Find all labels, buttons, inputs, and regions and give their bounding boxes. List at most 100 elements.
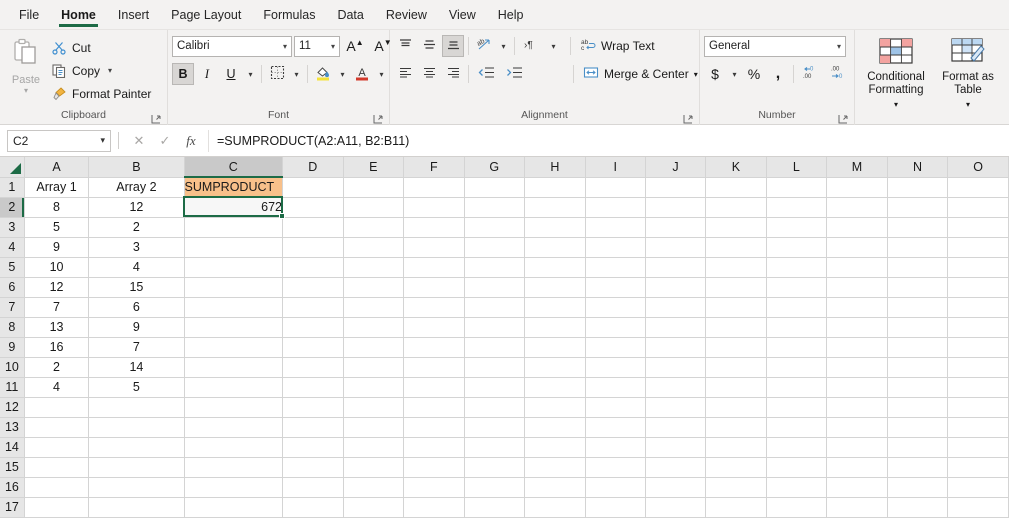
cell-F17[interactable] [403, 497, 465, 518]
column-header-g[interactable]: G [464, 157, 526, 178]
cell-A9[interactable]: 16 [24, 337, 90, 358]
align-center-button[interactable] [418, 63, 440, 85]
cell-K11[interactable] [705, 377, 767, 398]
cell-M13[interactable] [826, 417, 888, 438]
cell-D5[interactable] [282, 257, 344, 278]
cell-L1[interactable] [766, 177, 828, 198]
cell-B15[interactable] [88, 457, 185, 478]
cell-K5[interactable] [705, 257, 767, 278]
row-header-3[interactable]: 3 [0, 217, 25, 238]
font-dialog-launcher[interactable] [373, 114, 383, 124]
cell-A3[interactable]: 5 [24, 217, 90, 238]
cell-J1[interactable] [645, 177, 707, 198]
cell-L6[interactable] [766, 277, 828, 298]
cell-L17[interactable] [766, 497, 828, 518]
cell-I13[interactable] [585, 417, 646, 438]
cell-I6[interactable] [585, 277, 646, 298]
cell-J9[interactable] [645, 337, 707, 358]
column-header-k[interactable]: K [705, 157, 767, 178]
italic-button[interactable]: I [196, 63, 218, 85]
cell-B14[interactable] [88, 437, 185, 458]
cell-L9[interactable] [766, 337, 828, 358]
column-header-l[interactable]: L [766, 157, 828, 178]
paste-button[interactable]: Paste ▾ [4, 34, 48, 95]
orientation-options-chevron-down-icon[interactable]: ▾ [497, 35, 510, 57]
cell-H8[interactable] [524, 317, 586, 338]
cell-D3[interactable] [282, 217, 344, 238]
copy-button[interactable]: Copy ▾ [48, 60, 154, 81]
cell-O16[interactable] [947, 477, 1009, 498]
chevron-down-icon[interactable]: ▾ [100, 135, 105, 146]
tab-file[interactable]: File [8, 4, 50, 29]
cell-K17[interactable] [705, 497, 767, 518]
cell-A10[interactable]: 2 [24, 357, 90, 378]
cell-N8[interactable] [887, 317, 949, 338]
cell-N3[interactable] [887, 217, 949, 238]
row-header-1[interactable]: 1 [0, 177, 25, 198]
percent-format-button[interactable]: % [743, 63, 765, 85]
cell-E5[interactable] [343, 257, 405, 278]
cell-J3[interactable] [645, 217, 707, 238]
confirm-formula-button[interactable]: ✓ [152, 130, 178, 152]
cell-J10[interactable] [645, 357, 707, 378]
row-header-16[interactable]: 16 [0, 477, 25, 498]
cell-O12[interactable] [947, 397, 1009, 418]
cell-B3[interactable]: 2 [88, 217, 185, 238]
cell-A16[interactable] [24, 477, 90, 498]
cell-N7[interactable] [887, 297, 949, 318]
tab-help[interactable]: Help [487, 4, 535, 29]
tab-home[interactable]: Home [50, 4, 107, 29]
cell-I12[interactable] [585, 397, 646, 418]
chevron-down-icon[interactable]: ▾ [694, 70, 698, 79]
cell-D12[interactable] [282, 397, 344, 418]
cell-N12[interactable] [887, 397, 949, 418]
cell-A17[interactable] [24, 497, 90, 518]
column-header-c[interactable]: C [184, 157, 284, 178]
cell-O13[interactable] [947, 417, 1009, 438]
row-header-13[interactable]: 13 [0, 417, 25, 438]
cell-O3[interactable] [947, 217, 1009, 238]
column-header-h[interactable]: H [524, 157, 586, 178]
cell-A1[interactable]: Array 1 [24, 177, 90, 198]
cell-F8[interactable] [403, 317, 465, 338]
cell-O14[interactable] [947, 437, 1009, 458]
cell-E17[interactable] [343, 497, 405, 518]
cell-M14[interactable] [826, 437, 888, 458]
cell-M5[interactable] [826, 257, 888, 278]
cell-L2[interactable] [766, 197, 828, 218]
column-header-d[interactable]: D [282, 157, 344, 178]
column-header-e[interactable]: E [343, 157, 405, 178]
cell-N4[interactable] [887, 237, 949, 258]
currency-options-chevron-down-icon[interactable]: ▾ [728, 63, 741, 85]
cell-K16[interactable] [705, 477, 767, 498]
cell-I14[interactable] [585, 437, 646, 458]
cell-M2[interactable] [826, 197, 888, 218]
cell-O4[interactable] [947, 237, 1009, 258]
cell-K13[interactable] [705, 417, 767, 438]
cell-H12[interactable] [524, 397, 586, 418]
cell-C17[interactable] [184, 497, 284, 518]
cell-D8[interactable] [282, 317, 344, 338]
merge-and-center-button[interactable]: Merge & Center ▾ [578, 63, 703, 86]
cell-E12[interactable] [343, 397, 405, 418]
cell-H5[interactable] [524, 257, 586, 278]
align-middle-button[interactable] [418, 35, 440, 57]
cell-M17[interactable] [826, 497, 888, 518]
comma-format-button[interactable]: , [767, 63, 789, 85]
cell-K14[interactable] [705, 437, 767, 458]
row-header-9[interactable]: 9 [0, 337, 25, 358]
cell-A11[interactable]: 4 [24, 377, 90, 398]
cell-D16[interactable] [282, 477, 344, 498]
cell-G8[interactable] [464, 317, 526, 338]
cell-N6[interactable] [887, 277, 949, 298]
row-header-5[interactable]: 5 [0, 257, 25, 278]
cell-N14[interactable] [887, 437, 949, 458]
column-header-j[interactable]: J [645, 157, 707, 178]
cut-button[interactable]: Cut [48, 37, 154, 58]
font-name-select[interactable]: Calibri ▾ [172, 35, 292, 57]
underline-options-chevron-down-icon[interactable]: ▾ [244, 63, 257, 85]
cell-E7[interactable] [343, 297, 405, 318]
cell-J6[interactable] [645, 277, 707, 298]
cell-B17[interactable] [88, 497, 185, 518]
cell-F11[interactable] [403, 377, 465, 398]
